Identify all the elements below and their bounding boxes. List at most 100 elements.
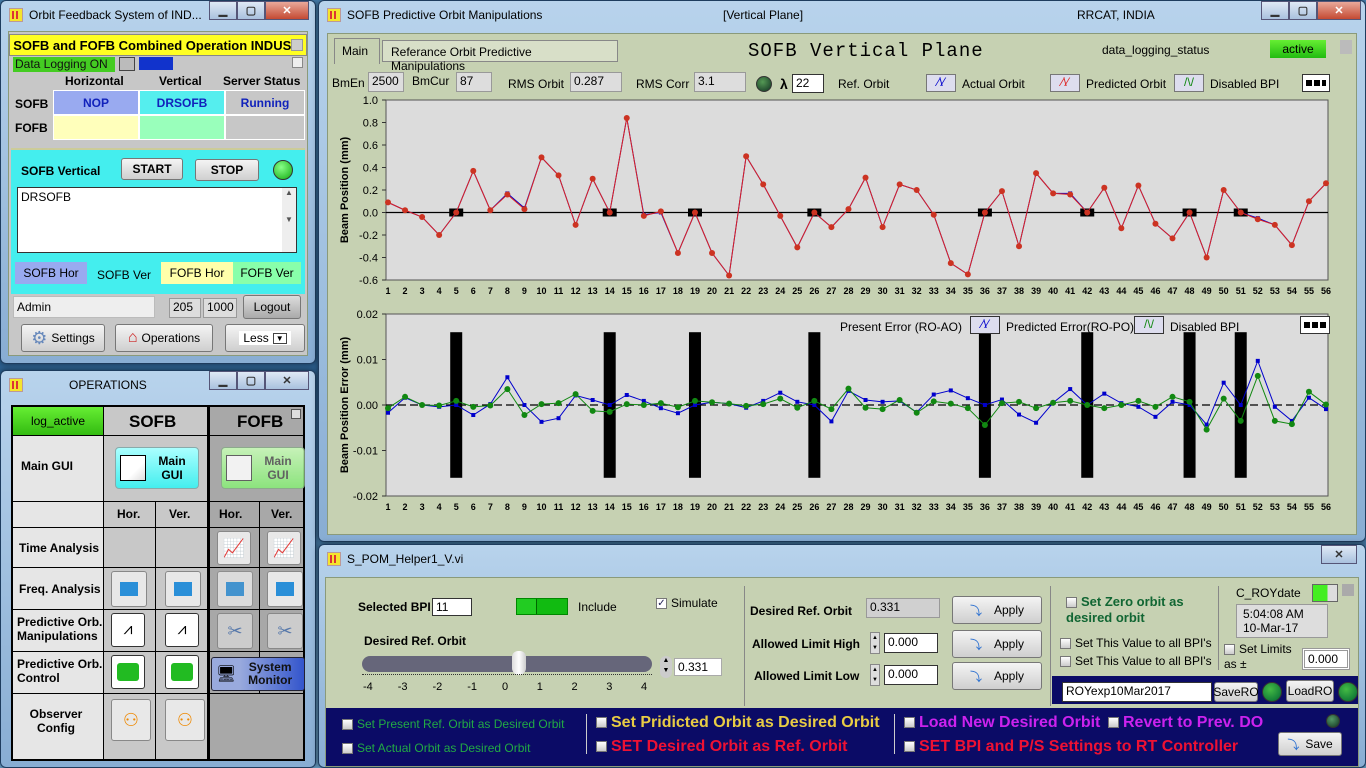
apply-low-button[interactable]: ⤵ Apply [952, 662, 1042, 690]
x-tick-label: 5 [454, 502, 459, 512]
load-ro-button[interactable]: LoadRO [1286, 680, 1334, 702]
log-textbox[interactable]: DRSOFB ▲ ▼ [17, 187, 297, 253]
x-tick-label: 47 [1168, 502, 1178, 512]
fofb-hor-freq-analysis-button[interactable] [217, 571, 253, 607]
x-tick-label: 37 [997, 502, 1007, 512]
logout-button[interactable]: Logout [243, 295, 301, 319]
y-tick-label: -0.6 [359, 275, 378, 287]
data-point [386, 410, 390, 415]
less-select[interactable]: Less ▼ [239, 331, 291, 345]
sofb-hor-manipulations-button[interactable]: ⩘ [111, 613, 145, 647]
allowed-high-input[interactable]: 0.000 [884, 633, 938, 653]
stop-button[interactable]: STOP [195, 159, 259, 181]
settings-button[interactable]: ⚙ Settings [21, 324, 105, 352]
sofb-hor-freq-analysis-button[interactable] [111, 571, 147, 607]
opt-predicted-checkbox[interactable]: Set Pridicted Orbit as Desired Orbit [596, 714, 880, 732]
minimize-button[interactable]: ▁ [209, 371, 237, 390]
opt-load-new-checkbox[interactable]: Load New Desired Orbit [904, 714, 1100, 732]
start-button[interactable]: START [121, 158, 183, 180]
set-limits-checkbox[interactable]: Set Limits as ± [1224, 642, 1304, 672]
set-limits-value[interactable]: 0.000 [1302, 648, 1350, 670]
fofb-ver-freq-analysis-button[interactable] [267, 571, 303, 607]
fofb-ver-manipulations-button[interactable]: ✂ [267, 613, 303, 649]
save-label: Save [1305, 737, 1333, 751]
maximize-button[interactable]: ▢ [237, 371, 265, 390]
close-button[interactable]: ✕ [1317, 1, 1361, 20]
tab-reference-orbit[interactable]: Referance Orbit Predictive Manipulations [382, 40, 618, 73]
set-zero-checkbox[interactable]: Set Zero orbit as desired orbit [1066, 594, 1206, 626]
tab-fofb-hor[interactable]: FOFB Hor [161, 262, 233, 284]
opt-present-ref-checkbox[interactable]: Set Present Ref. Orbit as Desired Orbit [342, 717, 564, 731]
sofb-ver-freq-analysis-button[interactable] [165, 571, 201, 607]
allowed-low-input[interactable]: 0.000 [884, 665, 938, 685]
c-roydate-toggle[interactable] [1312, 584, 1338, 602]
spectrum-icon: ⩘ [123, 621, 133, 638]
allowed-high-spinner[interactable]: ▲ ▼ [870, 632, 880, 654]
sofb-main-gui-button[interactable]: Main GUI [115, 447, 199, 489]
system-monitor-button[interactable]: 🖥 System Monitor [211, 657, 305, 691]
minimize-button[interactable]: ▁ [1261, 1, 1289, 20]
minimize-button[interactable]: ▁ [209, 1, 237, 20]
sofb-ver-control-button[interactable] [165, 655, 199, 689]
x-tick-label: 36 [980, 502, 990, 512]
save-ro-button[interactable]: SaveRO [1213, 682, 1259, 702]
x-tick-label: 10 [536, 502, 546, 512]
slider-numeric-input[interactable]: 0.331 [674, 658, 722, 676]
apply-high-button[interactable]: ⤵ Apply [952, 630, 1042, 658]
fofb-hor-time-analysis-button[interactable]: 📈 [217, 531, 251, 565]
x-tick-label: 39 [1031, 286, 1041, 296]
data-point [1169, 393, 1176, 400]
tab-fofb-ver[interactable]: FOFB Ver [233, 262, 301, 284]
sofb-predictive-window: SOFB Predictive Orbit Manipulations [Ver… [318, 0, 1366, 542]
slider-thumb[interactable] [511, 651, 526, 675]
opt-actual-checkbox[interactable]: Set Actual Orbit as Desired Orbit [342, 741, 530, 755]
x-tick-label: 24 [775, 286, 785, 296]
opt-revert-checkbox[interactable]: Revert to Prev. DO [1108, 714, 1263, 732]
set-all-bpi-checkbox-1[interactable]: Set This Value to all BPI's [1060, 636, 1212, 650]
logging-toggle[interactable] [119, 57, 135, 71]
tab-sofb-ver[interactable]: SOFB Ver [89, 264, 159, 286]
sofb-hor-control-button[interactable] [111, 655, 145, 689]
selected-bpi-input[interactable]: 11 [432, 598, 472, 616]
opt-set-bpi-checkbox[interactable]: SET BPI and P/S Settings to RT Controlle… [904, 738, 1238, 756]
logging-check[interactable] [292, 57, 303, 68]
simulate-checkbox[interactable]: ✓ Simulate [656, 596, 718, 610]
x-tick-label: 49 [1202, 286, 1212, 296]
slider-spinner[interactable]: ▲ ▼ [660, 656, 672, 678]
sofb-ver-manipulations-button[interactable]: ⩘ [165, 613, 199, 647]
set-all-bpi-checkbox-2[interactable]: Set This Value to all BPI's [1060, 654, 1212, 668]
x-tick-label: 34 [946, 502, 956, 512]
include-toggle[interactable] [516, 598, 568, 615]
fofb-ver-time-analysis-button[interactable]: 📈 [267, 531, 301, 565]
filename-input[interactable]: ROYexp10Mar2017 [1062, 682, 1212, 702]
maximize-button[interactable]: ▢ [1289, 1, 1317, 20]
save-button[interactable]: ⤵ Save [1278, 732, 1342, 756]
less-button[interactable]: Less ▼ [225, 324, 305, 352]
tab-sofb-hor[interactable]: SOFB Hor [15, 262, 87, 284]
close-button[interactable]: ✕ [1321, 545, 1357, 564]
maximize-button[interactable]: ▢ [237, 1, 265, 20]
corner-check[interactable] [291, 409, 301, 419]
data-point [1169, 235, 1176, 242]
close-button[interactable]: ✕ [265, 371, 309, 390]
fofb-hor-header: Hor. [219, 507, 243, 521]
allowed-low-spinner[interactable]: ▲ ▼ [870, 664, 880, 686]
tab-main[interactable]: Main [334, 38, 380, 64]
opt-set-desired-checkbox[interactable]: SET Desired Orbit as Ref. Orbit [596, 738, 848, 756]
fofb-main-gui-button[interactable]: Main GUI [221, 447, 305, 489]
x-tick-label: 9 [522, 502, 527, 512]
log-scrollbar[interactable]: ▲ ▼ [282, 188, 296, 252]
desired-ref-orbit-slider[interactable] [362, 656, 652, 672]
data-point [589, 175, 596, 182]
data-point [1220, 187, 1227, 193]
sofb-ver-observer-button[interactable]: ⚇ [165, 699, 205, 741]
sofb-hor-observer-button[interactable]: ⚇ [111, 699, 151, 741]
apply-desired-button[interactable]: ⤵ Apply [952, 596, 1042, 624]
x-tick-label: 28 [843, 502, 853, 512]
x-tick-label: 15 [622, 286, 632, 296]
data-point [657, 400, 664, 407]
data-point [1254, 216, 1261, 223]
fofb-hor-manipulations-button[interactable]: ✂ [217, 613, 253, 649]
operations-button[interactable]: ⌂ Operations [115, 324, 213, 352]
close-button[interactable]: ✕ [265, 1, 309, 20]
